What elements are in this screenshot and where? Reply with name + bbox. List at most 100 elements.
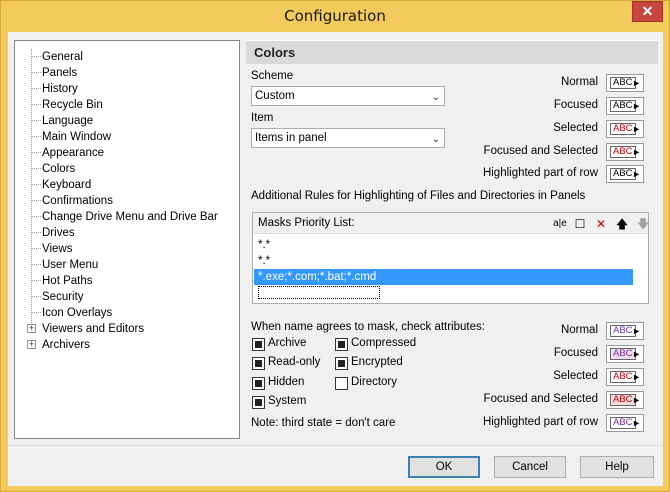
mask-row[interactable]: *.* bbox=[254, 237, 633, 253]
color-picker-button[interactable]: ABC ► bbox=[606, 165, 644, 183]
masks-priority-list[interactable]: Masks Priority List: a|e ☐ ✕ 🡅 🡇 *.* *.* *.exe… bbox=[252, 212, 649, 304]
dialog-client-area: General Panels History Recycle Bin Language M… bbox=[8, 32, 663, 486]
move-up-icon[interactable]: 🡅 bbox=[614, 216, 630, 232]
scheme-label: Scheme bbox=[251, 70, 294, 82]
color-label: Normal bbox=[560, 76, 598, 88]
tree-connector bbox=[31, 72, 41, 73]
color-picker-button[interactable]: ABC ► bbox=[606, 120, 644, 138]
tree-item-user-menu[interactable]: User Menu bbox=[15, 257, 239, 273]
color-picker-button[interactable]: ABC ► bbox=[606, 97, 644, 115]
rename-icon[interactable]: a|e bbox=[551, 216, 569, 232]
ok-button[interactable]: OK bbox=[408, 456, 480, 478]
masks-list-title: Masks Priority List: bbox=[258, 217, 355, 229]
tree-item-label: Views bbox=[42, 243, 73, 255]
tree-item-panels[interactable]: Panels bbox=[15, 65, 239, 81]
dropdown-arrow-icon: ► bbox=[632, 418, 641, 428]
separator bbox=[8, 445, 663, 446]
new-icon[interactable]: ☐ bbox=[572, 216, 588, 232]
tree-item-language[interactable]: Language bbox=[15, 113, 239, 129]
checkbox-read-only[interactable] bbox=[252, 357, 265, 370]
checkbox-hidden[interactable] bbox=[252, 377, 265, 390]
color-picker-button[interactable]: ABC ► bbox=[606, 391, 644, 409]
dropdown-arrow-icon: ► bbox=[632, 372, 641, 382]
tree-item-icon-overlays[interactable]: Icon Overlays bbox=[15, 305, 239, 321]
color-picker-button[interactable]: ABC ► bbox=[606, 74, 644, 92]
tree-item-keyboard[interactable]: Keyboard bbox=[15, 177, 239, 193]
tree-connector bbox=[31, 232, 41, 233]
tree-item-label: History bbox=[42, 83, 78, 95]
tree-connector bbox=[31, 296, 41, 297]
dropdown-arrow-icon: ► bbox=[632, 101, 641, 111]
mask-row[interactable]: *.* bbox=[254, 253, 633, 269]
tree-item-general[interactable]: General bbox=[15, 49, 239, 65]
tree-connector bbox=[31, 152, 41, 153]
masks-scrollbar[interactable] bbox=[638, 235, 648, 303]
tree-item-label: Language bbox=[42, 115, 94, 127]
checkbox-label: Compressed bbox=[351, 337, 417, 349]
dropdown-arrow-icon: ► bbox=[632, 169, 641, 179]
checkbox-system[interactable] bbox=[252, 396, 265, 409]
tree-item-label: Keyboard bbox=[42, 179, 92, 191]
checkbox-label: System bbox=[268, 395, 307, 407]
tree-item-security[interactable]: Security bbox=[15, 289, 239, 305]
tree-connector bbox=[31, 312, 41, 313]
move-down-icon[interactable]: 🡇 bbox=[635, 216, 651, 232]
tree-item-hot-paths[interactable]: Hot Paths bbox=[15, 273, 239, 289]
color-label: Selected bbox=[553, 122, 598, 134]
color-label: Highlighted part of row bbox=[482, 416, 598, 428]
cancel-button[interactable]: Cancel bbox=[494, 456, 566, 478]
color-label: Normal bbox=[560, 324, 598, 336]
dropdown-arrow-icon: ► bbox=[632, 147, 641, 157]
delete-icon[interactable]: ✕ bbox=[593, 216, 609, 232]
tree-item-recycle-bin[interactable]: Recycle Bin bbox=[15, 97, 239, 113]
attributes-note: Note: third state = don't care bbox=[251, 417, 396, 429]
tree-connector bbox=[31, 168, 41, 169]
checkbox-label: Archive bbox=[268, 337, 307, 349]
tree-item-colors[interactable]: Colors bbox=[15, 161, 239, 177]
color-picker-button[interactable]: ABC ► bbox=[606, 322, 644, 340]
dropdown-arrow-icon: ► bbox=[632, 78, 641, 88]
scheme-dropdown[interactable]: Custom ⌄ bbox=[251, 86, 445, 106]
color-picker-button[interactable]: ABC ► bbox=[606, 345, 644, 363]
checkbox-label: Directory bbox=[351, 376, 398, 388]
tree-item-confirmations[interactable]: Confirmations bbox=[15, 193, 239, 209]
color-picker-button[interactable]: ABC ► bbox=[606, 368, 644, 386]
tree-item-archivers[interactable]: + Archivers bbox=[15, 337, 239, 353]
tree-connector bbox=[31, 104, 41, 105]
tree-connector bbox=[31, 120, 41, 121]
item-dropdown[interactable]: Items in panel ⌄ bbox=[251, 128, 445, 148]
tree-item-label: Archivers bbox=[42, 339, 90, 351]
tree-item-views[interactable]: Views bbox=[15, 241, 239, 257]
checkbox-directory[interactable] bbox=[335, 377, 348, 390]
tree-item-label: Security bbox=[42, 291, 84, 303]
checkbox-compressed[interactable] bbox=[335, 338, 348, 351]
tree-item-label: General bbox=[42, 51, 83, 63]
color-label: Focused bbox=[553, 99, 598, 111]
masks-list-header: Masks Priority List: bbox=[253, 213, 648, 234]
settings-tree[interactable]: General Panels History Recycle Bin Language M… bbox=[14, 40, 240, 439]
mask-edit-input[interactable] bbox=[258, 286, 380, 299]
color-picker-button[interactable]: ABC ► bbox=[606, 414, 644, 432]
window-title: Configuration bbox=[284, 7, 386, 25]
tree-connector bbox=[31, 88, 41, 89]
tree-item-main-window[interactable]: Main Window bbox=[15, 129, 239, 145]
tree-item-history[interactable]: History bbox=[15, 81, 239, 97]
expand-icon[interactable]: + bbox=[27, 340, 36, 349]
checkbox-archive[interactable] bbox=[252, 338, 265, 351]
tree-item-label: Appearance bbox=[42, 147, 105, 159]
checkbox-encrypted[interactable] bbox=[335, 357, 348, 370]
tree-item-change-drive-menu-and-drive-bar[interactable]: Change Drive Menu and Drive Bar bbox=[15, 209, 239, 225]
tree-item-viewers-and-editors[interactable]: + Viewers and Editors bbox=[15, 321, 239, 337]
mask-row[interactable]: *.exe;*.com;*.bat;*.cmd bbox=[254, 269, 633, 285]
tree-connector bbox=[31, 264, 41, 265]
tree-item-drives[interactable]: Drives bbox=[15, 225, 239, 241]
expand-icon[interactable]: + bbox=[27, 324, 36, 333]
scheme-value: Custom bbox=[255, 90, 295, 102]
color-picker-button[interactable]: ABC ► bbox=[606, 143, 644, 161]
tree-item-label: Hot Paths bbox=[42, 275, 93, 287]
close-button[interactable]: ✕ bbox=[632, 1, 663, 22]
tree-item-appearance[interactable]: Appearance bbox=[15, 145, 239, 161]
help-button[interactable]: Help bbox=[580, 456, 654, 478]
tree-item-label: Viewers and Editors bbox=[42, 323, 145, 335]
dropdown-arrow-icon: ► bbox=[632, 326, 641, 336]
